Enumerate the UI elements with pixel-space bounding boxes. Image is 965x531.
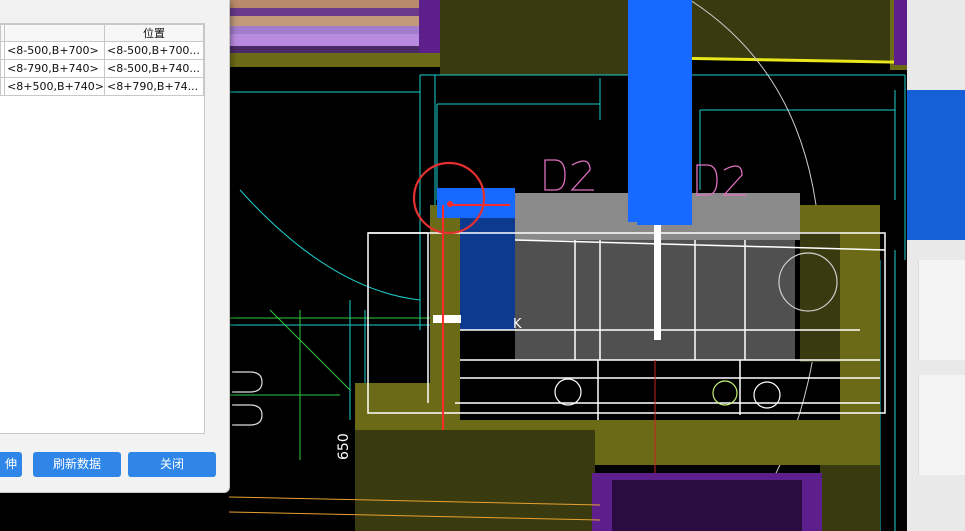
partial-left-button[interactable]: 伸 (0, 452, 22, 477)
red-marker-dot (447, 201, 453, 207)
table-row[interactable]: <8+500,B+740> <8+790,B+74... (0, 77, 204, 96)
table-cell: <8-790,B+740> (4, 59, 105, 78)
purple-block-bottom (592, 473, 822, 531)
label-k: K (513, 317, 522, 332)
rebar-bar-horizontal (433, 315, 461, 323)
table-cell: <8+790,B+74... (104, 77, 204, 96)
result-table-container[interactable]: 位置 <8-500,B+700> <8-500,B+700... <8-790,… (0, 23, 205, 434)
table-row[interactable]: <8-500,B+700> <8-500,B+700... (0, 41, 204, 60)
rebar-bar-vertical (654, 225, 661, 340)
right-sidebar-card-1[interactable] (918, 260, 965, 360)
column-header[interactable] (4, 24, 105, 42)
table-row[interactable]: <8-790,B+740> <8-500,B+740... (0, 59, 204, 78)
table-cell: <8+500,B+740> (4, 77, 105, 96)
table-cell: <8-500,B+700... (104, 41, 204, 60)
result-table: 位置 <8-500,B+700> <8-500,B+700... <8-790,… (0, 24, 204, 96)
table-cell: <8-500,B+700> (4, 41, 105, 60)
result-dialog: 位置 <8-500,B+700> <8-500,B+700... <8-790,… (0, 0, 230, 493)
table-header-row: 位置 (0, 24, 204, 42)
refresh-data-button[interactable]: 刷新数据 (33, 452, 121, 477)
table-cell: <8-500,B+740... (104, 59, 204, 78)
right-sidebar-purple-tab (894, 0, 907, 65)
close-button[interactable]: 关闭 (128, 452, 216, 477)
dimension-text: 650 (336, 433, 352, 460)
column-header-position[interactable]: 位置 (104, 24, 204, 42)
right-sidebar-blue-tab[interactable] (907, 90, 965, 240)
right-sidebar-card-2[interactable] (918, 375, 965, 475)
stripe-block-top-left (229, 0, 441, 53)
